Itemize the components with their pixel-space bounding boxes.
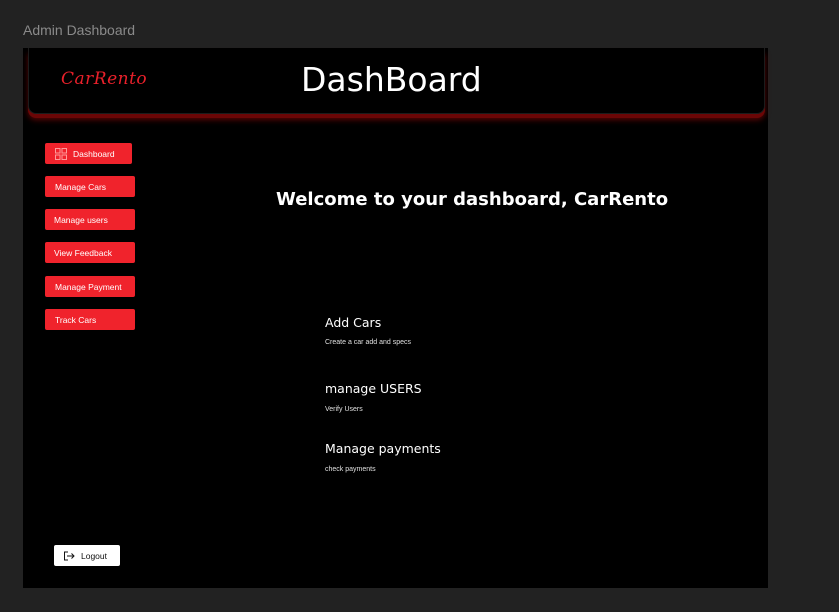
logout-label: Logout	[81, 550, 107, 561]
frame-label: Admin Dashboard	[23, 22, 136, 38]
sidebar-item-label: Manage Cars	[55, 181, 107, 192]
grid-icon	[55, 147, 67, 160]
dashboard-canvas: CarRento DashBoard Dashboard Manage Cars…	[23, 48, 768, 588]
card-title: Manage payments	[325, 441, 441, 456]
logout-button[interactable]: Logout	[54, 545, 120, 566]
welcome-heading: Welcome to your dashboard, CarRento	[276, 189, 669, 210]
header: CarRento DashBoard	[28, 48, 765, 114]
sidebar-item-label: Track Cars	[55, 314, 97, 325]
sidebar-item-view-feedback[interactable]: View Feedback	[45, 242, 135, 263]
sidebar-item-manage-cars[interactable]: Manage Cars	[45, 176, 135, 197]
sidebar-item-manage-users[interactable]: Manage users	[45, 209, 135, 230]
card-title: manage USERS	[325, 381, 422, 396]
card-subtitle: Create a car add and specs	[325, 339, 411, 346]
sidebar-item-label: View Feedback	[54, 247, 112, 258]
sidebar-item-label: Manage users	[54, 214, 108, 225]
page-title: DashBoard	[301, 60, 482, 99]
sidebar-item-label: Dashboard	[73, 148, 115, 159]
brand-logo[interactable]: CarRento	[61, 69, 147, 89]
sidebar-item-dashboard[interactable]: Dashboard	[45, 143, 132, 164]
sidebar-item-label: Manage Payment	[55, 281, 122, 292]
logout-icon	[63, 551, 75, 561]
card-title: Add Cars	[325, 315, 382, 330]
sidebar-item-manage-payment[interactable]: Manage Payment	[45, 276, 135, 297]
sidebar-item-track-cars[interactable]: Track Cars	[45, 309, 135, 330]
card-subtitle: Verify Users	[325, 406, 363, 413]
card-subtitle: check payments	[325, 466, 376, 473]
